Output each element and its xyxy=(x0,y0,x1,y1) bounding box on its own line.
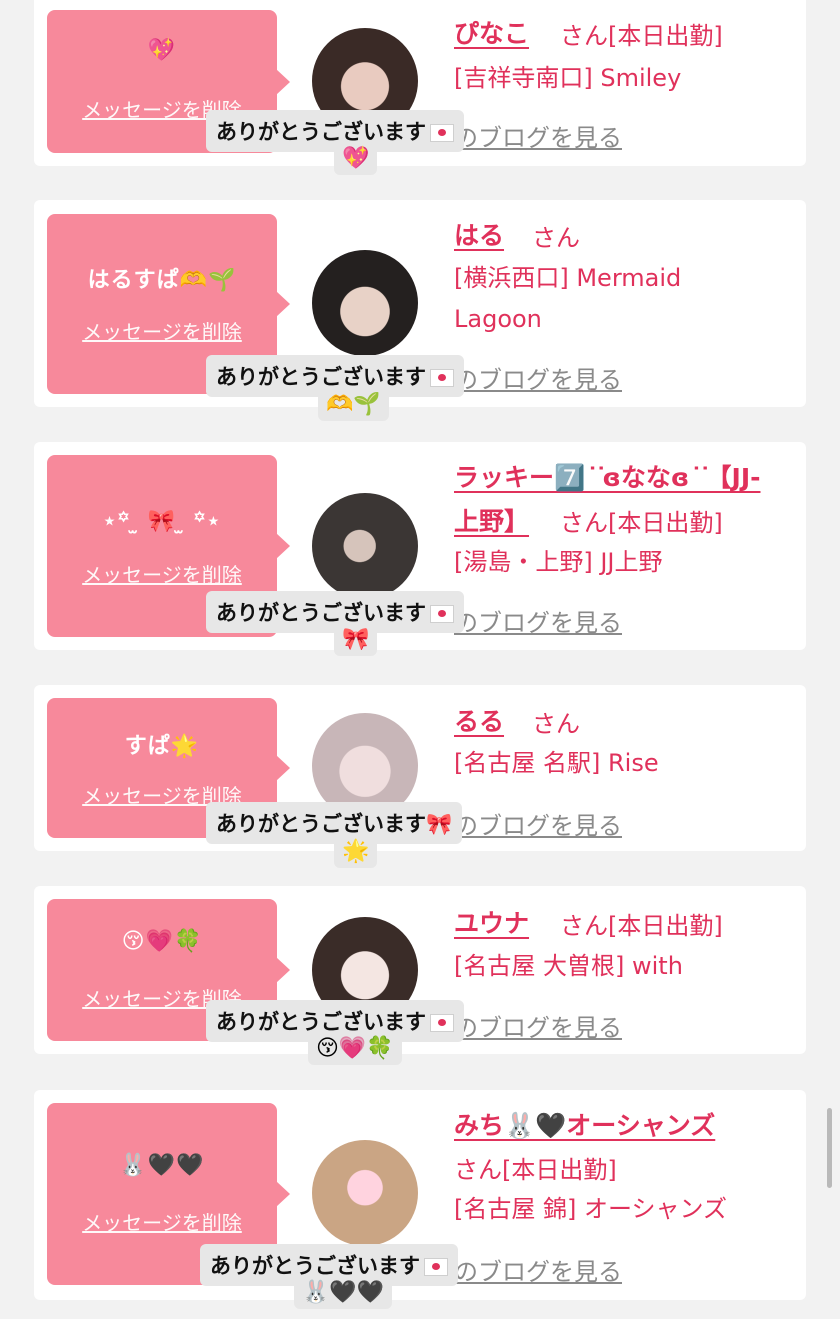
envelope-heart-icon xyxy=(430,1014,454,1032)
tooltip-emoji: 🐰🖤🖤 xyxy=(294,1276,393,1309)
girl-name-link-line2[interactable]: 上野】 xyxy=(454,502,529,538)
shop-info: [湯島・上野] JJ上野 xyxy=(454,548,663,576)
san-status: さん xyxy=(532,710,580,738)
view-blog-link[interactable]: のブログを見る xyxy=(454,1008,622,1043)
view-blog-link[interactable]: のブログを見る xyxy=(454,1252,622,1287)
delete-message-link[interactable]: メッセージを削除 xyxy=(47,559,277,588)
envelope-heart-icon xyxy=(430,124,454,142)
girl-name-link[interactable]: るる xyxy=(454,702,504,738)
bubble-message: ⋆꙳ ̫ 🎀 ̫ ꙳⋆ xyxy=(102,509,222,534)
thanks-text: ありがとうございます xyxy=(216,812,426,836)
tooltip-emoji: 💖 xyxy=(334,142,378,175)
envelope-heart-icon xyxy=(430,369,454,387)
thanks-text: ありがとうございます xyxy=(210,1254,420,1278)
shop-info: [横浜西口] Mermaid xyxy=(454,264,682,292)
shop-info-line2: Lagoon xyxy=(454,305,542,333)
view-blog-link[interactable]: のブログを見る xyxy=(454,118,622,153)
view-blog-link[interactable]: のブログを見る xyxy=(454,806,622,841)
san-status: さん[本日出勤] xyxy=(454,1156,617,1184)
girl-name-link[interactable]: ラッキー7️⃣ ͘ ͘ɞななɞ ͘ ͘【JJ- xyxy=(454,458,761,494)
envelope-heart-icon xyxy=(430,605,454,623)
san-status: さん[本日出勤] xyxy=(560,509,723,537)
thanks-text: ありがとうございます xyxy=(216,601,426,625)
san-status: さん xyxy=(532,224,580,252)
girl-name-link[interactable]: みち🐰🖤オーシャンズ xyxy=(454,1106,715,1142)
bubble-message: はるすぱ🫶🌱 xyxy=(87,268,237,293)
view-blog-link[interactable]: のブログを見る xyxy=(454,603,622,638)
shop-info: [名古屋 大曽根] with xyxy=(454,952,683,980)
thanks-text: ありがとうございます xyxy=(216,365,426,389)
shop-info: [名古屋 錦] オーシャンズ xyxy=(454,1195,728,1223)
thanks-text: ありがとうございます xyxy=(216,120,426,144)
bubble-message: 😚💗🍀 xyxy=(121,929,203,954)
shop-info: [吉祥寺南口] Smiley xyxy=(454,64,682,92)
delete-message-link[interactable]: メッセージを削除 xyxy=(47,1207,277,1236)
tooltip-emoji: 🌟 xyxy=(334,835,378,868)
girl-name-link[interactable]: はる xyxy=(454,216,504,252)
scrollbar[interactable] xyxy=(827,1108,832,1188)
view-blog-link[interactable]: のブログを見る xyxy=(454,360,622,395)
tooltip-emoji: 😚💗🍀 xyxy=(308,1032,402,1065)
delete-message-link[interactable]: メッセージを削除 xyxy=(47,316,277,345)
bubble-message: 🐰🖤🖤 xyxy=(119,1153,205,1178)
avatar[interactable] xyxy=(312,1140,418,1246)
avatar[interactable] xyxy=(312,250,418,356)
san-status: さん[本日出勤] xyxy=(560,912,723,940)
bubble-message: 💖 xyxy=(147,38,177,63)
thanks-text: ありがとうございます xyxy=(216,1010,426,1034)
tooltip-emoji: 🎀 xyxy=(334,623,378,656)
avatar[interactable] xyxy=(312,493,418,599)
bubble-message: すぱ🌟 xyxy=(124,734,200,759)
shop-info: [名古屋 名駅] Rise xyxy=(454,749,659,777)
girl-name-link[interactable]: ユウナ xyxy=(454,904,529,940)
envelope-heart-icon xyxy=(424,1258,448,1276)
ribbon-icon: 🎀 xyxy=(426,812,453,836)
san-status: さん[本日出勤] xyxy=(560,22,723,50)
tooltip-emoji: 🫶🌱 xyxy=(318,388,389,421)
girl-name-link[interactable]: ぴなこ xyxy=(454,14,529,50)
